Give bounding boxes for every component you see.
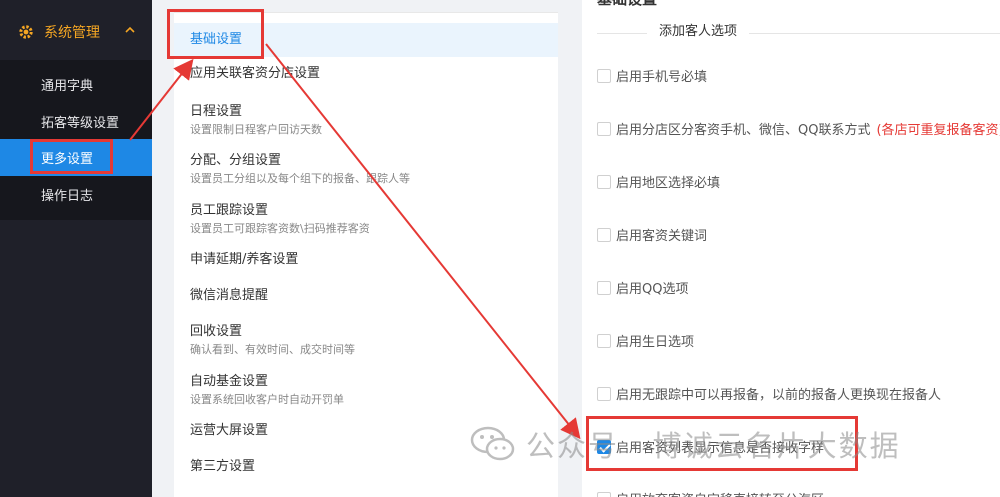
sidebar-parent-label: 系统管理: [44, 25, 100, 41]
checkbox[interactable]: [597, 227, 611, 242]
option-label: 启用无跟踪中可以再报备，以前的报备人更换现在报备人: [616, 388, 942, 403]
menu-item-desc: 设置限制日程客户回访天数: [190, 123, 322, 136]
menu-item-title: 自动基金设置: [190, 374, 269, 389]
menu-item-tracking-settings[interactable]: 员工跟踪设置 设置员工可跟踪客资数\扫码推荐客资: [174, 202, 558, 236]
option-qq[interactable]: 启用QQ选项: [597, 278, 688, 297]
menu-item-branch-settings[interactable]: 应用关联客资分店设置: [174, 65, 558, 83]
menu-item-wechat-reminder[interactable]: 微信消息提醒: [174, 287, 558, 305]
option-label: 启用手机号必填: [616, 70, 708, 85]
menu-item-extension-settings[interactable]: 申请延期/养客设置: [174, 251, 558, 269]
menu-item-title: 微信消息提醒: [190, 288, 269, 303]
menu-item-schedule-settings[interactable]: 日程设置 设置限制日程客户回访天数: [174, 103, 558, 137]
sidebar-item-dictionary[interactable]: 通用字典: [0, 66, 152, 103]
menu-item-desc: 确认看到、有效时间、成交时间等: [190, 343, 355, 356]
checkbox[interactable]: [597, 174, 611, 189]
option-keywords[interactable]: 启用客资关键词: [597, 225, 707, 244]
menu-item-title: 员工跟踪设置: [190, 203, 269, 218]
menu-item-recycle-settings[interactable]: 回收设置 确认看到、有效时间、成交时间等: [174, 323, 558, 357]
menu-item-auto-fund-settings[interactable]: 自动基金设置 设置系统回收客户时自动开罚单: [174, 373, 558, 407]
sidebar-item-label: 操作日志: [41, 189, 94, 204]
gear-icon: [19, 25, 33, 39]
menu-item-title: 应用关联客资分店设置: [190, 66, 321, 81]
option-rereport[interactable]: 启用无跟踪中可以再报备，以前的报备人更换现在报备人: [597, 384, 941, 403]
checkbox[interactable]: [597, 68, 611, 83]
option-region-required[interactable]: 启用地区选择必填: [597, 172, 720, 191]
watermark: 公众号 · 博诚云名片大数据: [470, 423, 901, 465]
option-label: 启用客资关键词: [616, 229, 708, 244]
option-label: 启用分店区分客资手机、微信、QQ联系方式: [616, 123, 871, 138]
option-abandon-to-pool[interactable]: 启用放弃客资自定移直接转至公海区: [597, 489, 824, 497]
menu-item-group-settings[interactable]: 分配、分组设置 设置员工分组以及每个组下的报备、跟踪人等: [174, 152, 558, 186]
wechat-icon: [470, 426, 515, 461]
checkbox[interactable]: [597, 121, 611, 136]
option-label: 启用放弃客资自定移直接转至公海区: [616, 489, 824, 497]
annotation-box-more-settings: [30, 139, 113, 174]
annotation-box-basic-settings: [167, 9, 264, 59]
sidebar-parent-system-management[interactable]: 系统管理: [0, 10, 152, 54]
menu-item-desc: 设置员工分组以及每个组下的报备、跟踪人等: [190, 172, 410, 185]
sidebar-item-operation-log[interactable]: 操作日志: [0, 176, 152, 213]
sidebar-item-customer-level[interactable]: 拓客等级设置: [0, 103, 152, 140]
option-birthday[interactable]: 启用生日选项: [597, 331, 694, 350]
sidebar-item-label: 拓客等级设置: [41, 116, 120, 131]
menu-item-desc: 设置系统回收客户时自动开罚单: [190, 393, 344, 406]
option-label: 启用QQ选项: [616, 282, 689, 297]
checkbox[interactable]: [597, 386, 611, 401]
menu-item-desc: 设置员工可跟踪客资数\扫码推荐客资: [190, 222, 370, 235]
panel-header-partial: 基础设置: [597, 0, 657, 8]
chevron-up-icon: [125, 26, 135, 33]
option-phone-required[interactable]: 启用手机号必填: [597, 66, 707, 85]
menu-item-title: 分配、分组设置: [190, 153, 282, 168]
option-note: (各店可重复报备客资): [876, 123, 1000, 138]
option-label: 启用生日选项: [616, 335, 695, 350]
sidebar-item-label: 通用字典: [41, 79, 94, 94]
sidebar: 系统管理 通用字典 拓客等级设置 更多设置 操作日志: [0, 0, 152, 497]
watermark-text: 公众号 · 博诚云名片大数据: [526, 429, 901, 463]
checkbox[interactable]: [597, 333, 611, 348]
checkbox[interactable]: [597, 491, 611, 497]
section-title: 添加客人选项: [647, 23, 750, 41]
menu-item-title: 日程设置: [190, 104, 243, 119]
menu-item-title: 回收设置: [190, 324, 243, 339]
checkbox[interactable]: [597, 280, 611, 295]
menu-item-title: 申请延期/养客设置: [190, 252, 299, 267]
option-label: 启用地区选择必填: [616, 176, 721, 191]
option-branch-contact[interactable]: 启用分店区分客资手机、微信、QQ联系方式 (各店可重复报备客资): [597, 119, 1000, 138]
